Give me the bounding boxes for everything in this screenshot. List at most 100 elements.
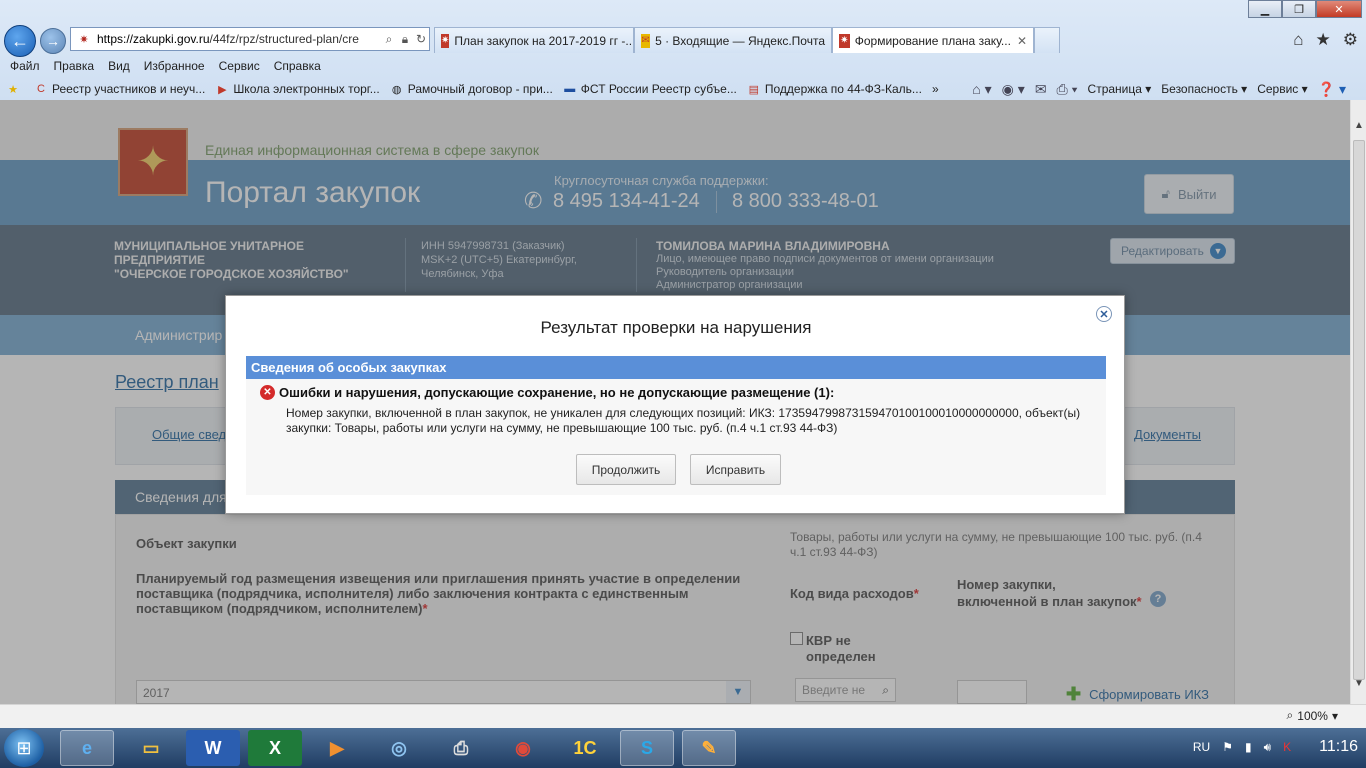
start-button[interactable]: ⊞ — [4, 729, 44, 767]
more-favorites-chevron[interactable]: » — [932, 82, 939, 96]
tab-plan-zakupok[interactable]: ✷ План закупок на 2017-2019 гг -... — [434, 27, 634, 53]
favorite-label: Школа электронных торг... — [233, 82, 380, 96]
menu-tools[interactable]: Сервис — [219, 59, 260, 73]
scroll-up-icon[interactable]: ▲ — [1351, 116, 1366, 134]
close-tab-icon[interactable]: ✕ — [1011, 34, 1027, 48]
status-bar — [0, 704, 1366, 728]
error-text: Номер закупки, включенной в план закупок… — [286, 406, 1081, 435]
tab-label: План закупок на 2017-2019 гг -... — [454, 33, 634, 48]
home-icon[interactable]: ⌂ ▾ — [972, 81, 991, 98]
error-heading: Ошибки и нарушения, допускающие сохранен… — [279, 385, 835, 400]
volume-icon[interactable]: 🔊︎ — [1264, 740, 1272, 755]
network-icon[interactable]: ▮ — [1245, 740, 1252, 754]
error-icon: ✕ — [260, 385, 275, 400]
doc-icon: ▤ — [748, 83, 760, 96]
zoom-level: 100% — [1297, 708, 1328, 723]
excel-taskbar-icon[interactable]: X — [248, 730, 302, 766]
favorite-link[interactable]: ▬ ФСТ России Реестр субъе... — [563, 82, 737, 96]
command-bar: ⌂ ▾ ◉ ▾ ✉ ⎙ ▾ Страница ▾ Безопасность ▾ … — [972, 78, 1346, 100]
scroll-thumb[interactable] — [1353, 140, 1365, 680]
tab-label: 5 · Входящие — Яндекс.Почта — [655, 33, 825, 48]
forward-button[interactable]: → — [40, 28, 66, 54]
gear-icon[interactable]: ⚙ — [1343, 30, 1358, 50]
safety-menu[interactable]: Безопасность ▾ — [1161, 82, 1247, 96]
emblem-icon: ✷ — [839, 33, 850, 48]
favorite-link[interactable]: ◍ Рамочный договор - при... — [390, 82, 553, 96]
help-icon[interactable]: ❓ ▾ — [1318, 81, 1346, 98]
menu-edit[interactable]: Правка — [54, 59, 95, 73]
window-controls: ▁ ❐ ✕ — [1248, 0, 1362, 18]
app-taskbar-icon[interactable]: ◎ — [372, 730, 426, 766]
tab-yandex-mail[interactable]: ✉ 5 · Входящие — Яндекс.Почта — [634, 27, 832, 53]
rss-icon[interactable]: ◉ ▾ — [1002, 81, 1025, 98]
paint-taskbar-icon[interactable]: ✎ — [682, 730, 736, 766]
emblem-icon: ✷ — [441, 33, 450, 48]
mail-icon: ✉ — [641, 33, 651, 48]
favorites-star-icon[interactable]: ★ — [1316, 30, 1331, 50]
fix-button[interactable]: Исправить — [690, 454, 781, 485]
mail-icon[interactable]: ✉ — [1035, 81, 1047, 98]
chrome-taskbar-icon[interactable]: ◉ — [496, 730, 550, 766]
maximize-button[interactable]: ❐ — [1282, 0, 1316, 18]
favorite-label: Реестр участников и неуч... — [52, 82, 206, 96]
c-logo-icon: C — [37, 83, 45, 95]
dialog-body: ✕ Ошибки и нарушения, допускающие сохран… — [246, 379, 1106, 495]
skype-taskbar-icon[interactable]: S — [620, 730, 674, 766]
word-taskbar-icon[interactable]: W — [186, 730, 240, 766]
flag-icon: ▬ — [564, 83, 576, 95]
home-icon[interactable]: ⌂ — [1293, 30, 1303, 50]
ie-taskbar-icon[interactable]: e — [60, 730, 114, 766]
dialog-title: Результат проверки на нарушения — [540, 318, 812, 337]
violations-dialog: Результат проверки на нарушения ✕ Сведен… — [225, 295, 1125, 514]
language-indicator[interactable]: RU — [1193, 740, 1210, 754]
favorite-label: Поддержка по 44-ФЗ-Каль... — [764, 82, 922, 96]
page-menu[interactable]: Страница ▾ — [1088, 82, 1152, 96]
address-bar[interactable]: ✷ https://zakupki.gov.ru/44fz/rpz/struct… — [70, 27, 430, 51]
url-path: /44fz/rpz/structured-plan/cre — [209, 32, 359, 46]
printer-taskbar-icon[interactable]: ⎙ — [434, 730, 488, 766]
menu-favorites[interactable]: Избранное — [144, 59, 205, 73]
site-favicon: ✷ — [79, 33, 89, 46]
zoom-control[interactable]: ⌕ 100% ▾ — [1287, 708, 1338, 723]
1c-taskbar-icon[interactable]: 1C — [558, 730, 612, 766]
url-domain: https://zakupki.gov.ru — [97, 32, 210, 46]
chevron-down-icon: ▾ — [1331, 708, 1338, 723]
favorite-label: Рамочный договор - при... — [407, 82, 553, 96]
video-icon: ▶ — [218, 83, 227, 96]
close-window-button[interactable]: ✕ — [1316, 0, 1362, 18]
media-player-taskbar-icon[interactable]: ▶ — [310, 730, 364, 766]
tab-label: Формирование плана заку... — [854, 33, 1011, 48]
tab-formirovanie-plana[interactable]: ✷ Формирование плана заку... ✕ — [832, 27, 1034, 53]
search-icon[interactable]: ⌕ — [381, 32, 397, 47]
antivirus-icon[interactable]: K — [1283, 740, 1291, 754]
favorite-link[interactable]: C Реестр участников и неуч... — [34, 82, 205, 96]
scroll-down-icon[interactable]: ▼ — [1351, 674, 1366, 692]
explorer-taskbar-icon[interactable]: ▭ — [124, 730, 178, 766]
lock-icon[interactable]: 🔒︎ — [397, 32, 413, 47]
menu-help[interactable]: Справка — [274, 59, 321, 73]
menu-bar: Файл Правка Вид Избранное Сервис Справка — [0, 56, 1366, 76]
minimize-button[interactable]: ▁ — [1248, 0, 1282, 18]
system-tray: RU ⚑ ▮ 🔊︎ K 11:16 — [1193, 738, 1358, 756]
flag-icon[interactable]: ⚑ — [1222, 740, 1233, 754]
browser-tools: ⌂ ★ ⚙ — [1293, 30, 1358, 50]
new-tab-button[interactable] — [1034, 27, 1060, 53]
globe-icon: ◍ — [391, 83, 402, 96]
favorites-star-icon[interactable]: ★ — [6, 82, 24, 96]
url-text[interactable]: https://zakupki.gov.ru/44fz/rpz/structur… — [97, 32, 381, 46]
continue-button[interactable]: Продолжить — [576, 454, 676, 485]
print-icon[interactable]: ⎙ ▾ — [1057, 81, 1078, 98]
menu-file[interactable]: Файл — [10, 59, 40, 73]
favorite-link[interactable]: ▤ Поддержка по 44-ФЗ-Каль... — [747, 82, 922, 96]
vertical-scrollbar[interactable]: ▲ ▼ — [1350, 100, 1366, 704]
close-icon[interactable]: ✕ — [1096, 306, 1112, 322]
tools-menu[interactable]: Сервис ▾ — [1257, 82, 1307, 96]
menu-view[interactable]: Вид — [108, 59, 130, 73]
special-purchases-bar: Сведения об особых закупках — [246, 356, 1106, 379]
zoom-icon: ⌕ — [1286, 708, 1294, 722]
favorite-link[interactable]: ▶ Школа электронных торг... — [215, 82, 380, 96]
favorite-label: ФСТ России Реестр субъе... — [580, 82, 737, 96]
clock[interactable]: 11:16 — [1319, 738, 1358, 756]
refresh-icon[interactable]: ↻ — [413, 32, 429, 46]
back-button[interactable]: ← — [4, 25, 36, 57]
